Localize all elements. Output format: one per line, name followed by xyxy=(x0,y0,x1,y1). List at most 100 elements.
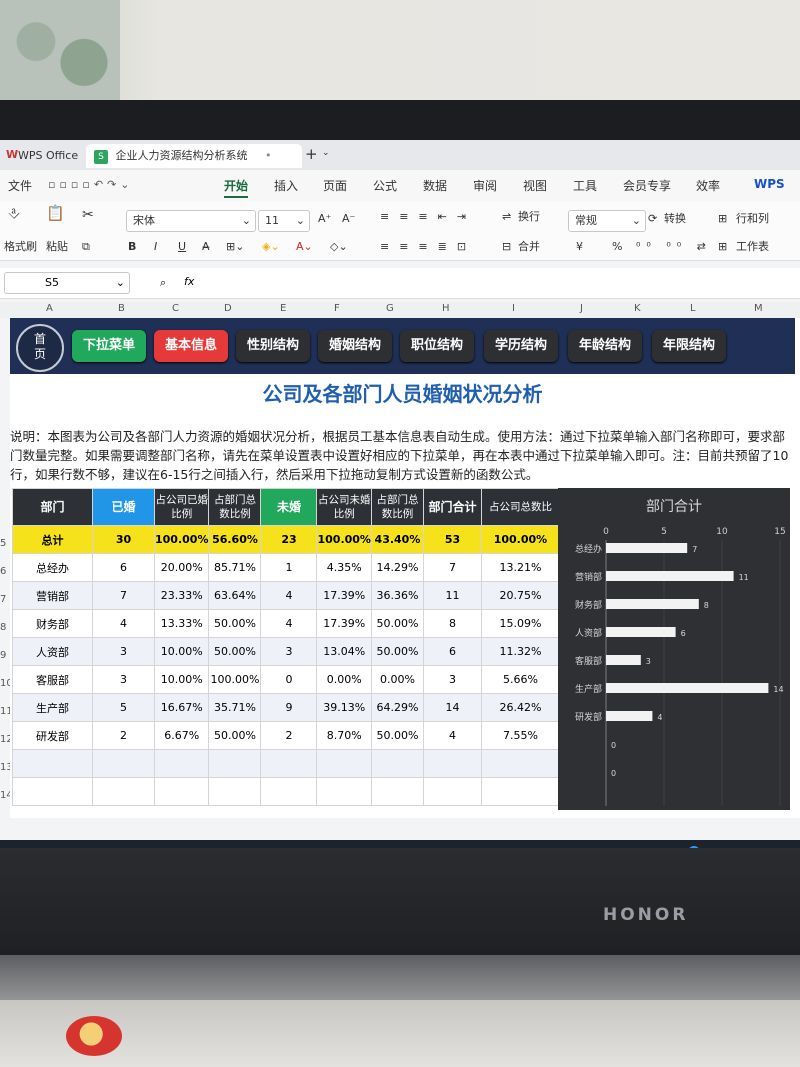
menu-efficiency[interactable]: 效率 xyxy=(696,177,720,194)
nav-dropdown-button[interactable]: 下拉菜单 xyxy=(72,330,146,362)
table-cell[interactable]: 13.33% xyxy=(153,609,210,638)
table-cell[interactable]: 53 xyxy=(422,525,482,554)
table-cell[interactable]: 4 xyxy=(422,721,482,750)
align-horizontal-icons[interactable]: ≡≡≡≣⊡ xyxy=(380,238,476,256)
table-cell[interactable] xyxy=(208,749,262,778)
merge-icon[interactable]: ⊟ xyxy=(502,238,511,256)
table-cell[interactable] xyxy=(92,749,155,778)
percent-button[interactable]: % xyxy=(612,238,622,256)
column-header[interactable]: A xyxy=(46,303,53,314)
nav-age-button[interactable]: 年龄结构 xyxy=(568,330,642,362)
table-cell[interactable] xyxy=(12,777,93,806)
table-cell[interactable]: 6 xyxy=(422,637,482,666)
table-cell[interactable]: 23 xyxy=(260,525,318,554)
function-button[interactable]: fx xyxy=(184,275,194,288)
table-cell[interactable]: 客服部 xyxy=(12,665,93,694)
table-cell[interactable]: 7 xyxy=(92,581,155,610)
name-box[interactable]: S5 ⌄ xyxy=(4,272,130,294)
table-cell[interactable]: 1 xyxy=(260,553,318,582)
table-cell[interactable] xyxy=(422,777,482,806)
menu-view[interactable]: 视图 xyxy=(523,177,547,194)
table-cell[interactable] xyxy=(92,777,155,806)
table-cell[interactable]: 生产部 xyxy=(12,693,93,722)
clear-format-icon[interactable]: ◇⌄ xyxy=(330,238,348,256)
table-cell[interactable] xyxy=(12,749,93,778)
column-header[interactable]: F xyxy=(334,303,340,314)
table-cell[interactable]: 4 xyxy=(92,609,155,638)
table-cell[interactable]: 39.13% xyxy=(316,693,372,722)
table-cell[interactable]: 100.00% xyxy=(480,525,560,554)
table-cell[interactable]: 36.36% xyxy=(370,581,424,610)
table-cell[interactable]: 0.00% xyxy=(370,665,424,694)
table-cell[interactable]: 6.67% xyxy=(153,721,210,750)
table-cell[interactable] xyxy=(208,777,262,806)
table-cell[interactable]: 7.55% xyxy=(480,721,560,750)
convert-button[interactable]: 转换 xyxy=(664,210,686,228)
nav-position-button[interactable]: 职位结构 xyxy=(400,330,474,362)
table-cell[interactable]: 4.35% xyxy=(316,553,372,582)
header-cell[interactable]: 已婚 xyxy=(92,488,155,526)
close-tab-icon[interactable]: • xyxy=(265,149,272,162)
font-color-icon[interactable]: A⌄ xyxy=(296,238,313,256)
table-cell[interactable]: 11.32% xyxy=(480,637,560,666)
format-painter-label[interactable]: 格式刷 xyxy=(4,238,37,256)
table-cell[interactable]: 3 xyxy=(92,665,155,694)
header-cell[interactable]: 部门 xyxy=(12,488,93,526)
table-cell[interactable]: 20.00% xyxy=(153,553,210,582)
wrap-icon[interactable]: ⇌ xyxy=(502,208,511,226)
column-header[interactable]: I xyxy=(512,303,515,314)
table-cell[interactable]: 10.00% xyxy=(153,665,210,694)
menu-review[interactable]: 审阅 xyxy=(473,177,497,194)
row-number[interactable]: 7 xyxy=(0,594,6,605)
table-cell[interactable] xyxy=(316,777,372,806)
table-cell[interactable]: 30 xyxy=(92,525,155,554)
column-header[interactable]: B xyxy=(118,303,125,314)
search-icon[interactable]: ⌕ xyxy=(160,276,166,290)
row-col-button[interactable]: 行和列 xyxy=(736,210,769,228)
bold-icon[interactable]: B xyxy=(128,238,136,256)
table-cell[interactable]: 20.75% xyxy=(480,581,560,610)
table-cell[interactable]: 50.00% xyxy=(370,637,424,666)
table-cell[interactable] xyxy=(370,749,424,778)
table-cell[interactable]: 财务部 xyxy=(12,609,93,638)
table-cell[interactable]: 63.64% xyxy=(208,581,262,610)
worksheet-icon[interactable]: ⊞ xyxy=(718,238,727,256)
header-cell[interactable]: 未婚 xyxy=(260,488,318,526)
document-tab[interactable]: S 企业人力资源结构分析系统 • xyxy=(86,144,302,168)
app-tab[interactable]: WPS Office xyxy=(18,149,78,162)
currency-button[interactable]: ¥ xyxy=(576,238,583,256)
number-format-select[interactable]: 常规 ⌄ xyxy=(568,210,646,232)
table-cell[interactable]: 4 xyxy=(260,581,318,610)
column-header[interactable]: J xyxy=(580,303,583,314)
table-cell[interactable] xyxy=(480,777,560,806)
table-cell[interactable]: 10.00% xyxy=(153,637,210,666)
paste-icon[interactable]: 📋 xyxy=(46,204,65,222)
menu-tools[interactable]: 工具 xyxy=(573,177,597,194)
table-cell[interactable]: 50.00% xyxy=(208,637,262,666)
table-cell[interactable]: 50.00% xyxy=(370,721,424,750)
column-header[interactable]: D xyxy=(224,303,232,314)
table-cell[interactable]: 总经办 xyxy=(12,553,93,582)
decimal-icons[interactable]: ⁰⁰ ⁰⁰ ⇄ xyxy=(636,238,712,256)
row-number[interactable]: 6 xyxy=(0,566,6,577)
table-cell[interactable]: 11 xyxy=(422,581,482,610)
merge-button[interactable]: 合并 xyxy=(518,238,540,256)
menu-formula[interactable]: 公式 xyxy=(373,177,397,194)
table-cell[interactable]: 2 xyxy=(260,721,318,750)
table-cell[interactable]: 100.00% xyxy=(153,525,210,554)
italic-icon[interactable]: I xyxy=(154,238,157,256)
table-cell[interactable]: 50.00% xyxy=(370,609,424,638)
table-cell[interactable] xyxy=(370,777,424,806)
table-cell[interactable]: 7 xyxy=(422,553,482,582)
table-cell[interactable] xyxy=(422,749,482,778)
column-header[interactable]: L xyxy=(690,303,696,314)
align-top-icons[interactable]: ≡≡≡⇤⇥ xyxy=(380,208,476,226)
copy-icon[interactable]: ⧉ xyxy=(82,238,90,256)
formula-input[interactable] xyxy=(206,272,798,292)
underline-icon[interactable]: U xyxy=(178,238,186,256)
column-header[interactable]: K xyxy=(634,303,641,314)
table-cell[interactable]: 13.21% xyxy=(480,553,560,582)
menu-member[interactable]: 会员专享 xyxy=(623,177,671,194)
table-cell[interactable]: 0 xyxy=(260,665,318,694)
table-cell[interactable]: 64.29% xyxy=(370,693,424,722)
